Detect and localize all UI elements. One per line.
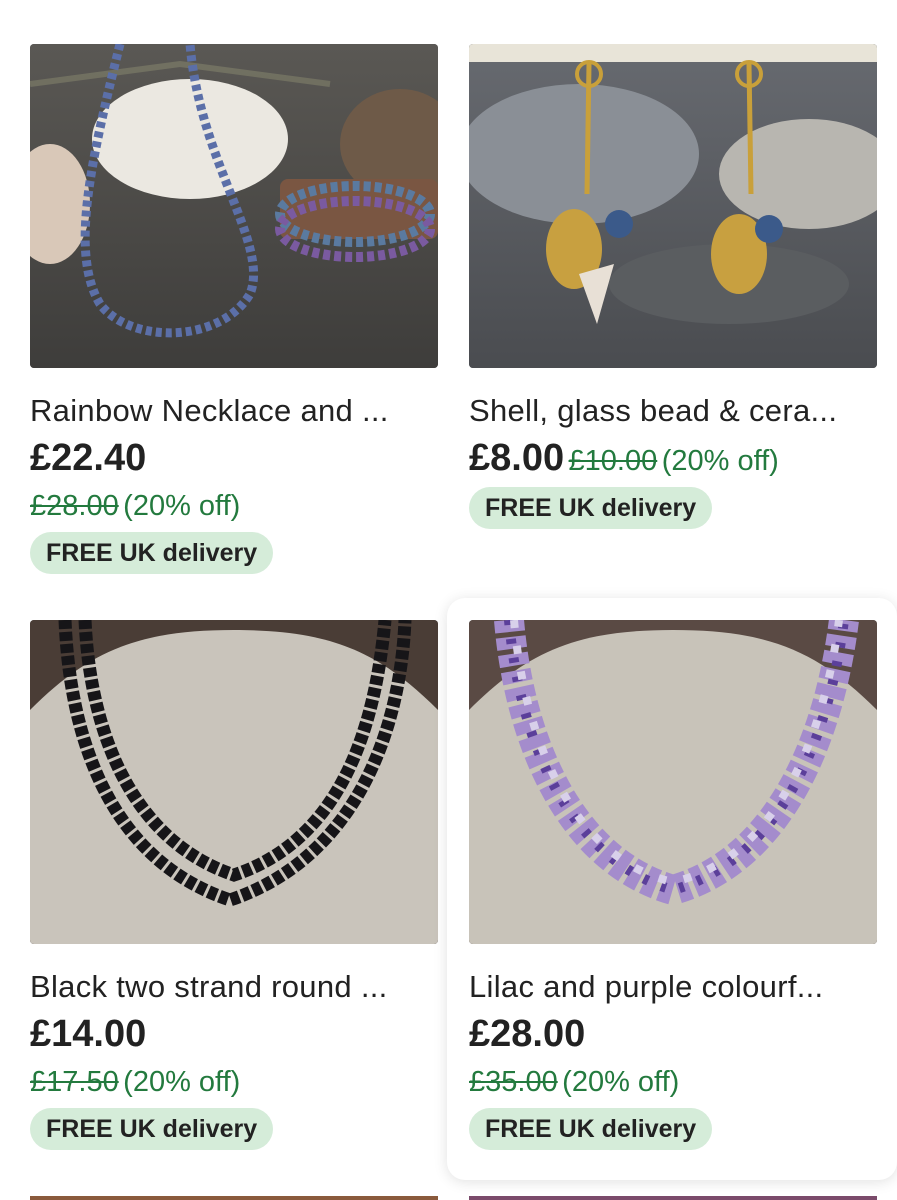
discount-percent: (20% off): [562, 1066, 680, 1098]
price-row: £22.40: [30, 436, 146, 480]
original-price: £28.00: [30, 490, 119, 522]
free-delivery-badge: FREE UK delivery: [469, 1108, 713, 1150]
product-image[interactable]: [469, 620, 877, 944]
listing-price: £28.00: [469, 1013, 586, 1055]
discount-percent: (20% off): [123, 1066, 241, 1098]
discount-percent: (20% off): [661, 445, 779, 477]
rainbow-necklace-photo: [30, 44, 438, 368]
original-price: £17.50: [30, 1066, 119, 1098]
product-image[interactable]: [469, 44, 877, 368]
black-necklace-photo: [30, 620, 438, 944]
listing-price: £22.40: [30, 437, 147, 479]
next-listing-image[interactable]: [30, 1196, 438, 1200]
listing-card[interactable]: Black two strand round ... £14.00 £17.50…: [30, 620, 438, 1160]
free-delivery-badge: FREE UK delivery: [469, 487, 713, 529]
discount-percent: (20% off): [123, 490, 241, 522]
listing-title[interactable]: Shell, glass bead & cera...: [469, 392, 877, 430]
discount-row: £35.00 (20% off): [469, 1062, 679, 1102]
listing-title[interactable]: Lilac and purple colourf...: [469, 968, 877, 1006]
free-delivery-badge: FREE UK delivery: [30, 532, 274, 574]
price-row: £28.00: [469, 1012, 585, 1056]
listing-price: £8.00: [469, 437, 565, 479]
product-image[interactable]: [30, 620, 438, 944]
lilac-necklace-photo: [469, 620, 877, 944]
price-row: £14.00: [30, 1012, 146, 1056]
discount-row: £28.00 (20% off): [30, 486, 240, 526]
listing-card[interactable]: Lilac and purple colourf... £28.00 £35.0…: [447, 598, 897, 1180]
product-image[interactable]: [30, 44, 438, 368]
listing-title[interactable]: Black two strand round ...: [30, 968, 438, 1006]
original-price: £10.00: [568, 445, 658, 477]
listing-title[interactable]: Rainbow Necklace and ...: [30, 392, 438, 430]
price-row: £8.00 £10.00 (20% off): [469, 436, 779, 481]
free-delivery-badge: FREE UK delivery: [30, 1108, 274, 1150]
listing-card[interactable]: Rainbow Necklace and ... £22.40 £28.00 (…: [30, 44, 438, 584]
discount-row: £17.50 (20% off): [30, 1062, 240, 1102]
listing-card[interactable]: Shell, glass bead & cera... £8.00 £10.00…: [469, 44, 877, 544]
shell-earrings-photo: [469, 44, 877, 368]
original-price: £35.00: [469, 1066, 558, 1098]
next-listing-image[interactable]: [469, 1196, 877, 1200]
listing-price: £14.00: [30, 1013, 147, 1055]
